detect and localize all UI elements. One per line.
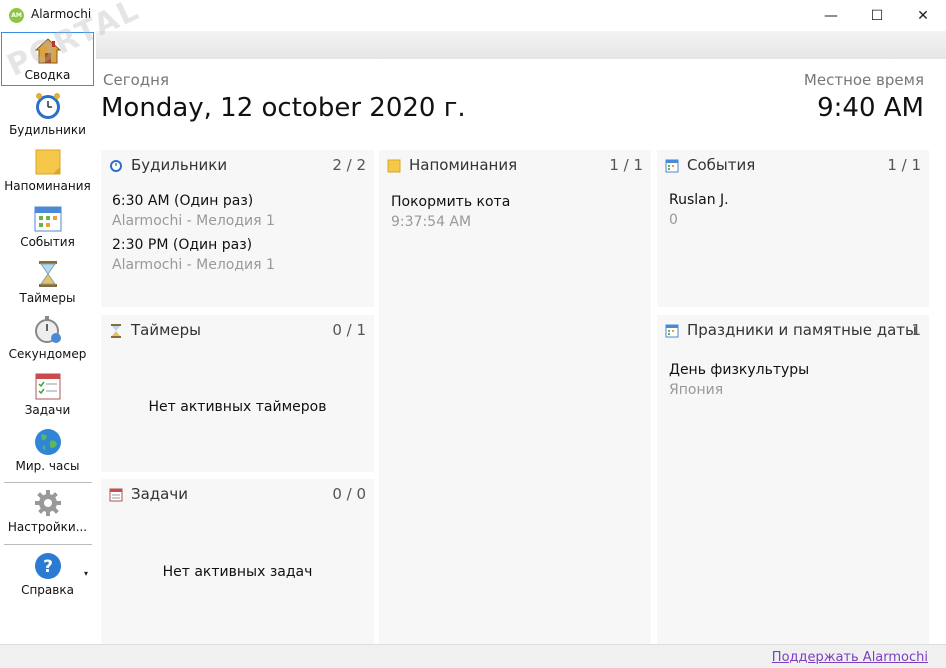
sticky-note-icon (387, 158, 401, 173)
current-date: Monday, 12 october 2020 г. (101, 93, 466, 123)
alarm-clock-icon (109, 158, 123, 172)
minimize-button[interactable]: — (808, 0, 854, 31)
gear-icon (33, 488, 63, 518)
sidebar-divider (4, 544, 92, 545)
panel-count: 0 / 1 (332, 321, 366, 339)
alarms-panel[interactable]: Будильники 2 / 2 6:30 AM (Один раз) Alar… (101, 150, 374, 307)
sidebar-divider (4, 482, 92, 483)
panel-count: 1 (911, 321, 921, 339)
sidebar-item-world-clock[interactable]: Мир. часы (1, 424, 94, 478)
panel-header: События 1 / 1 (665, 156, 921, 176)
alarm-time[interactable]: 6:30 AM (Один раз) (112, 193, 253, 209)
sidebar-item-reminders[interactable]: Напоминания (1, 144, 94, 198)
sidebar-item-tasks[interactable]: Задачи (1, 368, 94, 422)
sticky-note-icon (33, 147, 63, 177)
events-panel[interactable]: События 1 / 1 Ruslan J. 0 (657, 150, 929, 307)
status-bar: Поддержать Alarmochi (0, 644, 946, 668)
reminder-time: 9:37:54 AM (391, 214, 472, 230)
globe-icon (33, 427, 63, 457)
sidebar-item-timers[interactable]: Таймеры (1, 256, 94, 310)
current-time: 9:40 AM (817, 93, 924, 123)
panel-title: События (687, 156, 756, 174)
panel-count: 1 / 1 (887, 156, 921, 174)
sidebar-item-label: События (20, 235, 75, 249)
panel-count: 0 / 0 (332, 485, 366, 503)
app-icon: AM (9, 8, 24, 23)
stopwatch-icon (33, 315, 63, 345)
hourglass-icon (109, 323, 123, 338)
hourglass-icon (33, 259, 63, 289)
close-button[interactable]: ✕ (900, 0, 946, 31)
task-list-icon (109, 487, 123, 502)
help-icon: ? (33, 551, 63, 581)
calendar-icon (33, 203, 63, 233)
sidebar-item-alarms[interactable]: Будильники (1, 88, 94, 142)
sidebar-item-events[interactable]: События (1, 200, 94, 254)
toolbar-strip (96, 31, 946, 59)
panel-title: Таймеры (131, 321, 202, 339)
svg-text:?: ? (43, 557, 53, 577)
panel-title: Праздники и памятные даты (687, 321, 917, 339)
sidebar-item-label: Секундомер (8, 347, 87, 361)
reminders-panel[interactable]: Напоминания 1 / 1 Покормить кота 9:37:54… (379, 150, 651, 668)
alarm-detail: Alarmochi - Мелодия 1 (112, 213, 275, 229)
sidebar-item-label: Настройки... (7, 520, 88, 534)
calendar-icon (665, 158, 679, 173)
empty-message: Нет активных задач (162, 564, 313, 580)
sidebar-item-help[interactable]: ? Справка (1, 548, 94, 602)
sidebar-item-label: Напоминания (4, 179, 91, 193)
panel-title: Будильники (131, 156, 228, 174)
panel-header: Таймеры 0 / 1 (109, 321, 366, 341)
today-label: Сегодня (103, 71, 169, 89)
event-name[interactable]: Ruslan J. (669, 192, 729, 208)
sidebar-item-label: Справка (21, 583, 74, 597)
holiday-country: Япония (669, 382, 724, 398)
sidebar-item-label: Таймеры (19, 291, 76, 305)
sidebar-item-label: Задачи (24, 403, 71, 417)
panel-title: Задачи (131, 485, 188, 503)
task-list-icon (33, 371, 63, 401)
calendar-icon (665, 323, 679, 338)
local-time-label: Местное время (803, 71, 924, 89)
tasks-panel[interactable]: Задачи 0 / 0 Нет активных задач (101, 479, 374, 668)
panel-count: 2 / 2 (332, 156, 366, 174)
panel-header: Будильники 2 / 2 (109, 156, 366, 176)
event-detail: 0 (669, 212, 678, 228)
support-link[interactable]: Поддержать Alarmochi (772, 650, 928, 665)
alarm-time[interactable]: 2:30 PM (Один раз) (112, 237, 252, 253)
sidebar: Сводка Будильники Напоминания События Та… (0, 31, 96, 644)
holidays-panel[interactable]: Праздники и памятные даты 1 День физкуль… (657, 315, 929, 668)
alarm-detail: Alarmochi - Мелодия 1 (112, 257, 275, 273)
summary-view: Сегодня Monday, 12 october 2020 г. Местн… (96, 59, 946, 668)
sidebar-item-settings[interactable]: Настройки... (1, 485, 94, 539)
holiday-name[interactable]: День физкультуры (669, 362, 809, 378)
panel-header: Праздники и памятные даты 1 (665, 321, 921, 341)
title-bar: AM Alarmochi — ☐ ✕ (0, 0, 946, 31)
alarm-clock-icon (33, 91, 63, 121)
panel-header: Задачи 0 / 0 (109, 485, 366, 505)
help-dropdown-arrow[interactable]: ▾ (84, 569, 88, 578)
sidebar-item-label: Будильники (9, 123, 86, 137)
maximize-button[interactable]: ☐ (854, 0, 900, 31)
empty-message: Нет активных таймеров (148, 399, 327, 415)
sidebar-item-label: Мир. часы (15, 459, 80, 473)
panel-header: Напоминания 1 / 1 (387, 156, 643, 176)
panel-count: 1 / 1 (609, 156, 643, 174)
timers-panel[interactable]: Таймеры 0 / 1 Нет активных таймеров (101, 315, 374, 472)
reminder-text[interactable]: Покормить кота (391, 194, 510, 210)
panel-title: Напоминания (409, 156, 518, 174)
sidebar-item-stopwatch[interactable]: Секундомер (1, 312, 94, 366)
